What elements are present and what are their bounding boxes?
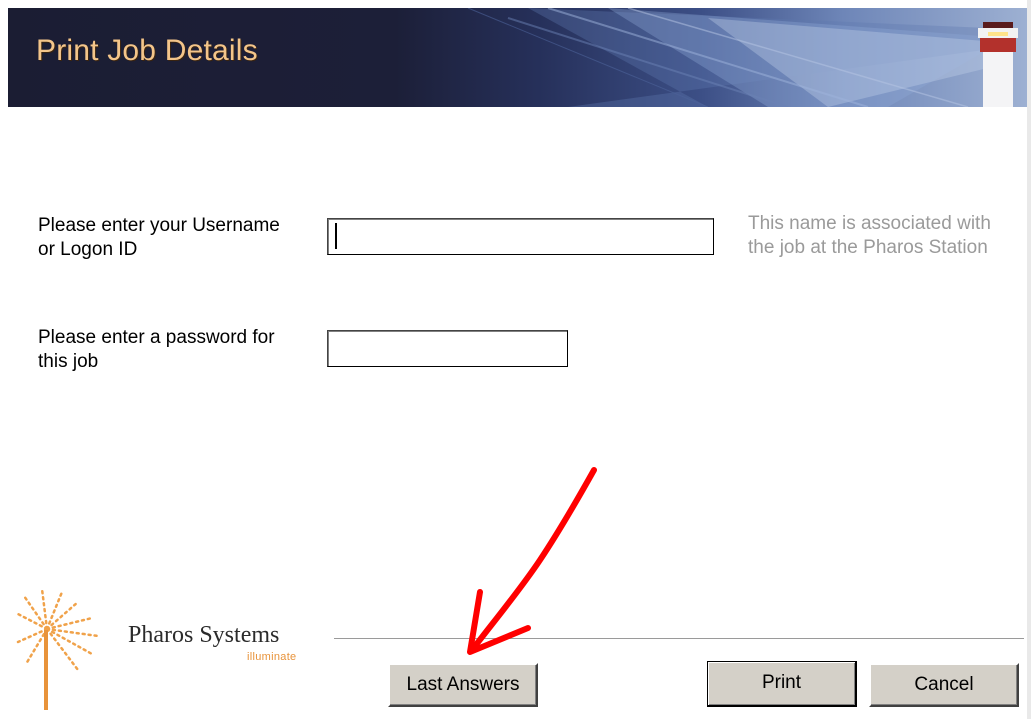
username-label-line1: Please enter your Username [38,215,280,236]
header-banner: Print Job Details [8,8,1027,107]
username-input[interactable] [327,218,714,255]
dialog-top-border [0,0,1031,8]
print-label: Print [761,672,802,693]
username-hint: This name is associated with the job at … [748,212,991,260]
username-hint-line1: This name is associated with [748,213,991,234]
password-label-line1: Please enter a password for [38,327,275,348]
cancel-label: Cancel [914,674,974,695]
password-label: Please enter a password for this job [38,326,275,374]
lighthouse-icon [978,22,1018,107]
username-label: Please enter your Username or Logon ID [38,214,280,262]
username-label-line2: or Logon ID [38,239,138,260]
pharos-logo-subtext: illuminate [247,651,297,663]
cancel-button[interactable]: Cancel [869,663,1019,707]
dialog-left-border [0,0,8,719]
print-job-details-dialog: Print Job Details Please enter your User… [0,0,1031,719]
last-answers-button[interactable]: Last Answers [388,663,538,707]
pharos-logo-text: Pharos Systems [128,622,280,648]
print-button[interactable]: Print [707,661,857,707]
pharos-sunburst-icon [16,587,100,710]
dialog-title: Print Job Details [36,34,258,67]
dialog-right-border [1027,0,1031,719]
username-hint-line2: the job at the Pharos Station [748,237,988,258]
text-caret [335,223,337,249]
footer-divider [334,638,1024,642]
password-label-line2: this job [38,351,99,372]
password-input[interactable] [327,330,568,367]
last-answers-label: Last Answers [406,674,520,695]
